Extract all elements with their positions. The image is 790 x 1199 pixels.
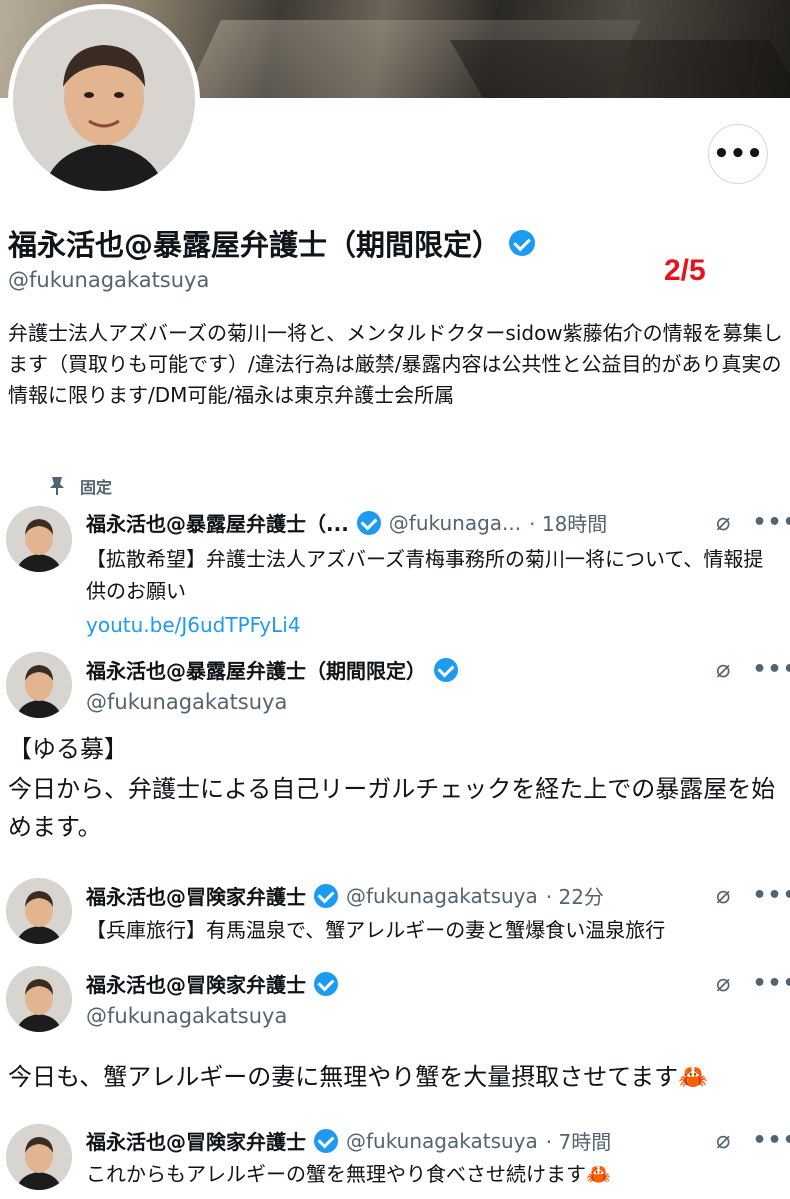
tweet-author-handle[interactable]: @fukunagakatsuya	[86, 690, 287, 714]
grok-icon[interactable]: ⌀	[716, 969, 730, 997]
pinned-indicator: 固定	[48, 474, 112, 498]
person-photo-icon	[6, 1124, 72, 1190]
tweet-time[interactable]: · 22分	[546, 881, 604, 910]
verified-badge-icon	[314, 883, 338, 908]
tweet-actions: ⌀ •••	[716, 881, 790, 909]
banner-decoration	[449, 40, 790, 98]
person-photo-icon	[13, 9, 195, 191]
profile-avatar[interactable]	[8, 4, 200, 196]
tweet-header: 福永活也@冒険家弁護士	[86, 969, 338, 998]
verified-badge-icon	[434, 657, 458, 682]
tweet-text: 今日から、弁護士による自己リーガルチェックを経た上での暴露屋を始めます。	[8, 775, 776, 841]
grok-icon[interactable]: ⌀	[716, 508, 730, 536]
tweet-header: 福永活也@暴露屋弁護士（期間限定）	[86, 655, 458, 684]
profile-display-name: 福永活也@暴露屋弁護士（期間限定）	[8, 222, 536, 264]
tweet-header: 福永活也@冒険家弁護士 @fukunagakatsuya · 22分	[86, 881, 604, 910]
tweet-author-handle[interactable]: @fukunagakatsuya	[346, 884, 538, 908]
profile-more-button[interactable]: •••	[708, 124, 768, 184]
tweet-time[interactable]: · 7時間	[546, 1126, 611, 1155]
tweet-text: 今日も、蟹アレルギーの妻に無理やり蟹を大量摂取させてます🦀	[8, 1063, 708, 1091]
page-counter: 2/5	[664, 254, 706, 287]
tweet-avatar[interactable]	[6, 1124, 72, 1190]
tweet-author-name[interactable]: 福永活也@暴露屋弁護士（期間限定）	[86, 655, 426, 684]
tweet-author-handle[interactable]: @fukunaga...	[389, 511, 521, 535]
more-icon[interactable]: •••	[752, 971, 790, 996]
person-photo-icon	[6, 966, 72, 1032]
profile-name-text: 福永活也@暴露屋弁護士（期間限定）	[8, 228, 502, 262]
tweet-time[interactable]: · 18時間	[529, 508, 607, 537]
tweet-author-handle[interactable]: @fukunagakatsuya	[346, 1129, 538, 1153]
person-photo-icon	[6, 878, 72, 944]
tweet-avatar[interactable]	[6, 506, 72, 572]
tweet-author-name[interactable]: 福永活也@冒険家弁護士	[86, 881, 306, 910]
tweet-text: 【兵庫旅行】有馬温泉で、蟹アレルギーの妻と蟹爆食い温泉旅行	[86, 918, 666, 942]
tweet-header: 福永活也@冒険家弁護士 @fukunagakatsuya · 7時間	[86, 1126, 611, 1155]
tweet-actions: ⌀ •••	[716, 969, 790, 997]
verified-badge-icon	[356, 510, 381, 535]
grok-icon[interactable]: ⌀	[716, 655, 730, 683]
grok-icon[interactable]: ⌀	[716, 881, 730, 909]
profile-handle: @fukunagakatsuya	[8, 268, 210, 292]
tweet-avatar[interactable]	[6, 652, 72, 718]
tweet-author-handle[interactable]: @fukunagakatsuya	[86, 1004, 287, 1028]
tweet-text: 【ゆる募】	[8, 735, 128, 763]
tweet-actions: ⌀ •••	[716, 508, 790, 536]
more-icon[interactable]: •••	[752, 510, 790, 535]
more-icon[interactable]: •••	[752, 883, 790, 908]
tweet-header: 福永活也@暴露屋弁護士（... @fukunaga... · 18時間	[86, 508, 607, 537]
tweet-text: これからもアレルギーの蟹を無理やり食べさせ続けます🦀	[86, 1162, 611, 1186]
tweet-author-name[interactable]: 福永活也@暴露屋弁護士（...	[86, 508, 349, 537]
tweet-link[interactable]: youtu.be/J6udTPFyLi4	[86, 609, 301, 641]
pinned-label: 固定	[80, 478, 113, 497]
tweet-avatar[interactable]	[6, 966, 72, 1032]
grok-icon[interactable]: ⌀	[716, 1126, 730, 1154]
verified-badge-icon	[314, 971, 338, 996]
tweet-avatar[interactable]	[6, 878, 72, 944]
tweet-actions: ⌀ •••	[716, 1126, 790, 1154]
tweet-author-name[interactable]: 福永活也@冒険家弁護士	[86, 969, 306, 998]
pin-icon	[50, 477, 64, 495]
tweet-text: 【拡散希望】弁護士法人アズバーズ青梅事務所の菊川一将について、情報提供のお願い	[86, 547, 764, 603]
verified-badge-icon	[509, 230, 536, 256]
profile-bio: 弁護士法人アズバーズの菊川一将と、メンタルドクターsidow紫藤佑介の情報を募集…	[8, 321, 783, 407]
tweet-actions: ⌀ •••	[716, 655, 790, 683]
more-icon[interactable]: •••	[752, 657, 790, 682]
verified-badge-icon	[314, 1128, 338, 1153]
tweet-author-name[interactable]: 福永活也@冒険家弁護士	[86, 1126, 306, 1155]
person-photo-icon	[6, 652, 72, 718]
person-photo-icon	[6, 506, 72, 572]
more-icon[interactable]: •••	[752, 1128, 790, 1153]
